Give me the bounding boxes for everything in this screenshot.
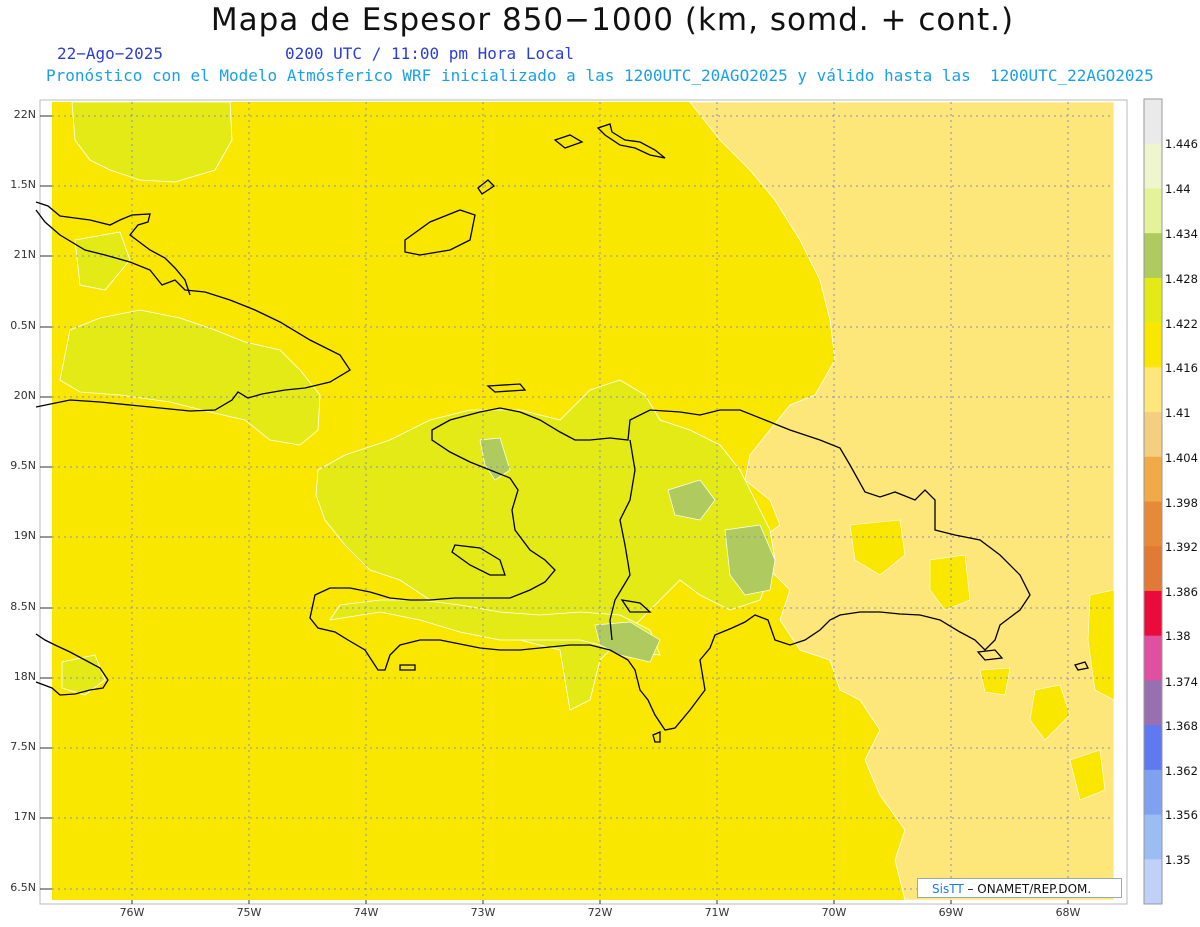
- colorbar-label: 1.398: [1165, 496, 1198, 510]
- lon-label: 71W: [704, 906, 730, 919]
- lon-label: 72W: [587, 906, 613, 919]
- colorbar-cell: [1144, 367, 1162, 413]
- colorbar-cell: [1144, 769, 1162, 816]
- lon-label: 74W: [353, 906, 379, 919]
- colorbar-cell: [1144, 635, 1162, 681]
- colorbar-cell: [1144, 143, 1162, 189]
- colorbar-cell: [1144, 859, 1162, 905]
- colorbar-label: 1.404: [1165, 451, 1198, 465]
- colorbar-label: 1.374: [1165, 675, 1198, 689]
- credit-org: – ONAMET/REP.DOM.: [967, 882, 1092, 896]
- colorbar-cell: [1144, 322, 1162, 368]
- lat-label: 19N: [13, 529, 36, 542]
- colorbar-cell: [1144, 680, 1162, 726]
- colorbar-cell: [1144, 188, 1162, 234]
- colorbar-cell: [1144, 412, 1162, 458]
- lat-label: 18N: [13, 670, 36, 683]
- colorbar-cell: [1144, 233, 1162, 279]
- lon-label: 73W: [470, 906, 496, 919]
- colorbar-cell: [1144, 277, 1162, 324]
- lat-label: 1.5N: [10, 178, 36, 191]
- lat-label: 6.5N: [10, 881, 36, 894]
- colorbar-label: 1.422: [1165, 317, 1198, 331]
- fill-patch-d: [979, 667, 1011, 696]
- colorbar-label: 1.41: [1165, 406, 1191, 420]
- lat-label: 7.5N: [10, 740, 36, 753]
- colorbar-label: 1.44: [1165, 182, 1191, 196]
- colorbar-label: 1.368: [1165, 719, 1198, 733]
- lat-label: 20N: [13, 389, 36, 402]
- colorbar-label: 1.386: [1165, 585, 1198, 599]
- colorbar-label: 1.434: [1165, 227, 1198, 241]
- lat-label: 22N: [13, 108, 36, 121]
- colorbar: [1143, 98, 1163, 905]
- colorbar-cell: [1144, 99, 1162, 145]
- lon-label: 76W: [119, 906, 145, 919]
- colorbar-cell: [1144, 456, 1162, 502]
- lat-label: 8.5N: [10, 600, 36, 613]
- colorbar-label: 1.38: [1165, 629, 1191, 643]
- colorbar-label: 1.428: [1165, 272, 1198, 286]
- lat-label: 17N: [13, 810, 36, 823]
- colorbar-label: 1.446: [1165, 137, 1198, 151]
- colorbar-label: 1.362: [1165, 764, 1198, 778]
- lon-label: 69W: [938, 906, 964, 919]
- lon-label: 75W: [236, 906, 262, 919]
- credit-logo: SisTT: [932, 882, 964, 896]
- lon-label: 70W: [821, 906, 847, 919]
- lat-label: 9.5N: [10, 459, 36, 472]
- colorbar-cell: [1144, 590, 1162, 637]
- lon-label: 68W: [1055, 906, 1081, 919]
- colorbar-cell: [1144, 501, 1162, 547]
- colorbar-cell: [1144, 725, 1162, 771]
- lat-label: 0.5N: [10, 319, 36, 332]
- colorbar-cell: [1144, 546, 1162, 592]
- colorbar-label: 1.35: [1165, 853, 1191, 867]
- colorbar-cell: [1144, 814, 1162, 860]
- colorbar-label: 1.416: [1165, 361, 1198, 375]
- lat-label: 21N: [13, 248, 36, 261]
- colorbar-label: 1.392: [1165, 540, 1198, 554]
- thickness-map: [35, 98, 1163, 905]
- colorbar-label: 1.356: [1165, 808, 1198, 822]
- credit-box: SisTT – ONAMET/REP.DOM.: [917, 878, 1122, 898]
